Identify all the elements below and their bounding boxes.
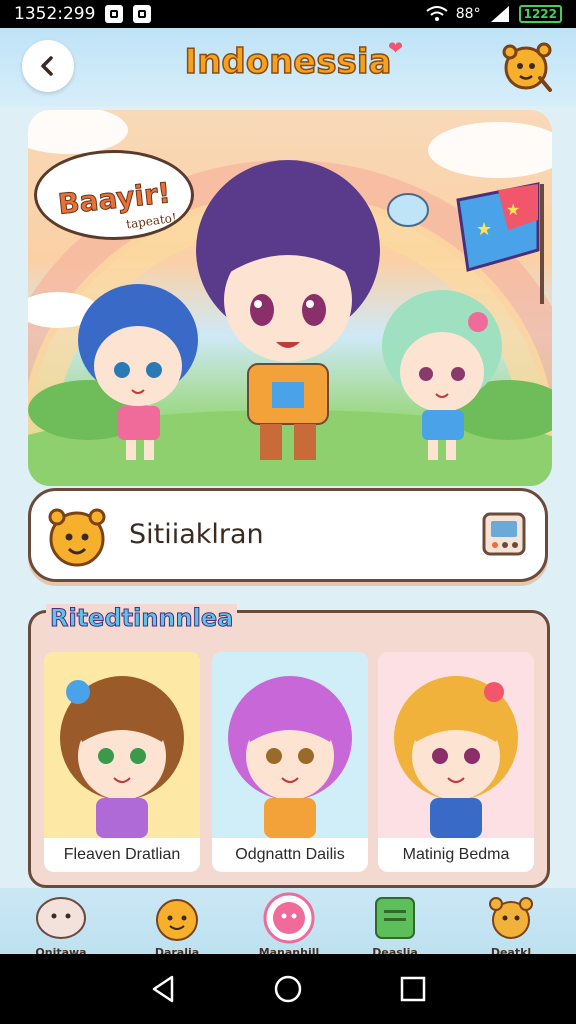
system-nav-bar xyxy=(0,954,576,1024)
back-triangle-icon[interactable] xyxy=(148,974,178,1004)
status-time: 1352:299 xyxy=(14,4,96,24)
search-bar[interactable]: Sitiiaklran xyxy=(28,488,548,582)
notification-icon-2 xyxy=(133,5,152,23)
character-portrait xyxy=(378,652,534,838)
battery-percent: 88° xyxy=(455,6,481,22)
signal-icon xyxy=(490,6,509,22)
character-name: Fleaven Dratlian xyxy=(63,846,181,863)
character-portrait xyxy=(212,652,368,838)
mascot-icon xyxy=(156,899,198,941)
nav-item-deaslia[interactable]: Deaslia xyxy=(364,892,426,958)
book-icon xyxy=(375,897,415,939)
app-bar: Indonessia ❤ xyxy=(0,28,576,106)
character-card[interactable]: Odgnattn Dailis xyxy=(212,652,368,872)
ghost-icon xyxy=(36,897,86,939)
nav-item-mananhill[interactable]: Mananhill xyxy=(258,892,320,958)
notification-icon xyxy=(105,5,124,23)
pink-face-icon xyxy=(263,892,315,944)
search-text: Sitiiaklran xyxy=(129,519,264,550)
mascot-face-icon[interactable] xyxy=(500,38,556,94)
bottom-nav: Onitawa Daralia Mananhill Deaslia Deatkl xyxy=(0,888,576,958)
heart-icon: ❤ xyxy=(388,38,404,59)
status-bar: 1352:299 88° 1222 xyxy=(0,0,576,28)
home-circle-icon[interactable] xyxy=(273,974,303,1004)
page-title: Indonessia xyxy=(184,41,392,83)
character-name: Matinig Bedma xyxy=(402,846,510,863)
bear-icon xyxy=(489,897,533,939)
wifi-icon xyxy=(426,6,448,21)
calculator-icon[interactable] xyxy=(481,511,527,557)
battery-icon: 1222 xyxy=(518,5,562,23)
recents-square-icon[interactable] xyxy=(398,974,428,1004)
nav-item-daralia[interactable]: Daralia xyxy=(146,892,208,958)
svg-text:★: ★ xyxy=(506,200,520,219)
nav-item-deatkl[interactable]: Deatkl xyxy=(480,892,542,958)
section-title: Ritedtinnnlea xyxy=(46,604,238,633)
mascot-icon xyxy=(48,508,106,567)
character-name: Odgnattn Dailis xyxy=(235,846,345,863)
character-card[interactable]: Fleaven Dratlian xyxy=(44,652,200,872)
character-card[interactable]: Matinig Bedma xyxy=(378,652,534,872)
character-portrait xyxy=(44,652,200,838)
svg-text:★: ★ xyxy=(476,219,492,240)
nav-item-onitawa[interactable]: Onitawa xyxy=(30,892,92,958)
